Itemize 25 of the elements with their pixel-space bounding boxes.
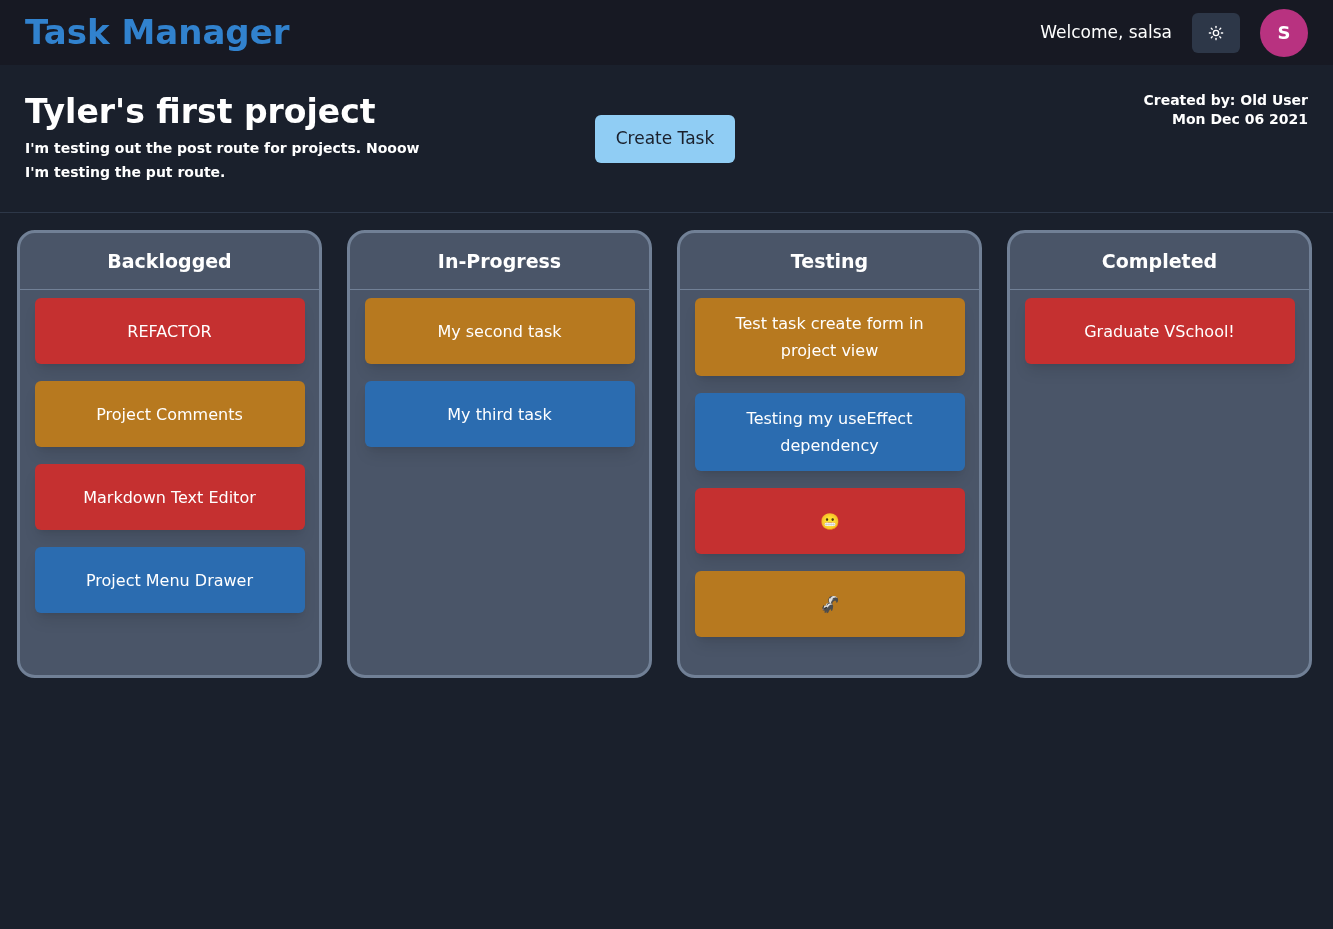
create-task-button[interactable]: Create Task <box>595 115 735 163</box>
task-card[interactable]: 😬 <box>694 488 965 554</box>
task-card[interactable]: Graduate VSchool! <box>1024 298 1295 364</box>
task-card[interactable]: Project Menu Drawer <box>34 547 305 613</box>
created-by-text: Created by: Old User <box>1143 91 1308 110</box>
task-card[interactable]: My second task <box>364 298 635 364</box>
task-card[interactable]: Testing my useEffect dependency <box>694 393 965 471</box>
task-card[interactable]: REFACTOR <box>34 298 305 364</box>
column-title: Testing <box>680 233 979 290</box>
sun-icon <box>1208 24 1224 41</box>
avatar[interactable]: S <box>1260 8 1308 57</box>
column-title: Backlogged <box>20 233 319 290</box>
app-title: Task Manager <box>25 11 290 54</box>
task-card[interactable]: 🦨 <box>694 571 965 637</box>
task-card[interactable]: Markdown Text Editor <box>34 464 305 530</box>
created-date: Mon Dec 06 2021 <box>1171 110 1308 129</box>
column-title: In-Progress <box>350 233 649 290</box>
task-card[interactable]: Test task create form in project view <box>694 298 965 376</box>
welcome-text: Welcome, salsa <box>1040 20 1172 44</box>
theme-toggle-button[interactable] <box>1192 12 1240 53</box>
task-card[interactable]: My third task <box>364 381 635 447</box>
project-title: Tyler's first project <box>25 91 377 133</box>
project-description: I'm testing out the post route for projects. Nooow I'm testing the put route. <box>25 139 421 183</box>
column-title: Completed <box>1010 233 1309 290</box>
task-card[interactable]: Project Comments <box>34 381 305 447</box>
